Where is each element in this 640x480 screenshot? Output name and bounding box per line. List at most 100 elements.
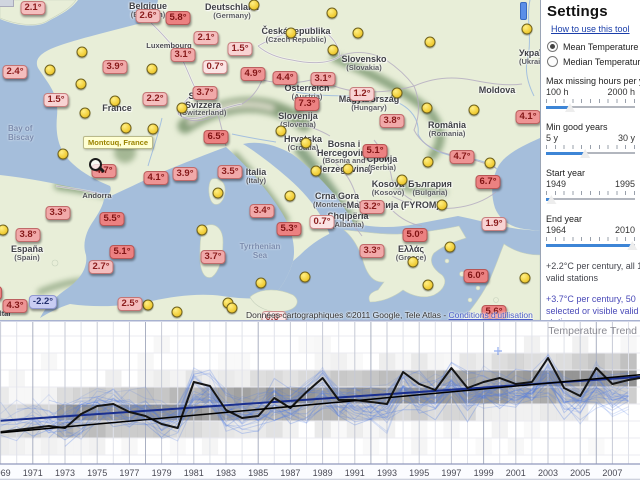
station-dot[interactable]: [276, 126, 287, 137]
station-dot[interactable]: [76, 79, 87, 90]
station-dot[interactable]: [147, 64, 158, 75]
slider-track[interactable]: [546, 149, 635, 159]
radio-option[interactable]: Median Temperature: [547, 56, 640, 67]
station-dot[interactable]: [469, 105, 480, 116]
station-dot[interactable]: [148, 124, 159, 135]
station-dot[interactable]: [485, 158, 496, 169]
station-dot[interactable]: [77, 47, 88, 58]
map-scrollbar[interactable]: [520, 2, 527, 20]
temperature-marker[interactable]: 2.2°: [142, 92, 167, 106]
station-dot[interactable]: [327, 8, 338, 19]
temperature-marker[interactable]: 3.5°: [217, 165, 242, 179]
temperature-marker[interactable]: 3.9°: [172, 167, 197, 181]
radio-label: Median Temperature: [563, 57, 640, 67]
temperature-marker[interactable]: 3.1°: [310, 72, 335, 86]
station-dot[interactable]: [311, 166, 322, 177]
temperature-marker[interactable]: 2.1°: [193, 31, 218, 45]
temperature-marker[interactable]: °: [0, 286, 2, 300]
temperature-marker[interactable]: 3.3°: [359, 244, 384, 258]
slider-max-value: 2000 h: [607, 87, 635, 97]
station-dot[interactable]: [520, 273, 531, 284]
station-dot[interactable]: [328, 45, 339, 56]
temperature-marker[interactable]: 4.3°: [2, 299, 27, 313]
temperature-marker[interactable]: 4.1°: [515, 110, 540, 124]
map-canvas[interactable]: Belgique(Belgium)Deutschland(Germany)Čes…: [0, 0, 540, 320]
slider-label: End year: [546, 214, 635, 224]
temperature-marker[interactable]: 2.6°: [135, 9, 160, 23]
station-dot[interactable]: [249, 0, 260, 11]
station-dot[interactable]: [408, 257, 419, 268]
temperature-marker[interactable]: 7.3°: [294, 97, 319, 111]
station-dot[interactable]: [343, 164, 354, 175]
station-dot[interactable]: [110, 96, 121, 107]
slider-track[interactable]: [546, 241, 635, 251]
temperature-marker[interactable]: 5.3°: [276, 222, 301, 236]
station-dot[interactable]: [353, 28, 364, 39]
station-dot[interactable]: [522, 24, 533, 35]
station-dot[interactable]: [286, 28, 297, 39]
station-dot[interactable]: [300, 272, 311, 283]
temperature-marker[interactable]: 3.3°: [45, 206, 70, 220]
temperature-marker[interactable]: 2.5°: [117, 297, 142, 311]
temperature-marker[interactable]: 3.2°: [359, 200, 384, 214]
temperature-marker[interactable]: 3.1°: [170, 48, 195, 62]
temperature-marker[interactable]: -2.2°: [29, 295, 57, 309]
temperature-marker[interactable]: 6.7°: [475, 175, 500, 189]
temperature-marker[interactable]: 3.7°: [192, 86, 217, 100]
temperature-marker[interactable]: 3.7°: [200, 250, 225, 264]
station-dot[interactable]: [423, 280, 434, 291]
map-tooltip: Montcuq, France: [83, 136, 153, 149]
temperature-marker[interactable]: 3.9°: [102, 60, 127, 74]
station-dot[interactable]: [422, 103, 433, 114]
station-dot[interactable]: [45, 65, 56, 76]
temperature-marker[interactable]: 3.4°: [249, 204, 274, 218]
temperature-marker[interactable]: 6.5°: [203, 130, 228, 144]
temperature-marker[interactable]: 1.5°: [43, 93, 68, 107]
temperature-marker[interactable]: 4.4°: [272, 71, 297, 85]
temperature-marker[interactable]: 3.8°: [379, 114, 404, 128]
temperature-marker[interactable]: 4.7°: [449, 150, 474, 164]
radio-button-icon[interactable]: [547, 56, 558, 67]
temperature-marker[interactable]: 0.7°: [309, 215, 334, 229]
station-dot[interactable]: [121, 123, 132, 134]
temperature-marker[interactable]: 5.1°: [362, 144, 387, 158]
radio-button-icon[interactable]: [547, 41, 558, 52]
temperature-marker[interactable]: 5.0°: [402, 228, 427, 242]
temperature-marker[interactable]: 1.9°: [481, 217, 506, 231]
temperature-marker[interactable]: 0.7°: [202, 60, 227, 74]
station-dot[interactable]: [392, 88, 403, 99]
station-dot[interactable]: [425, 37, 436, 48]
temperature-marker[interactable]: 4.9°: [240, 67, 265, 81]
station-dot[interactable]: [445, 242, 456, 253]
slider-track[interactable]: [546, 103, 635, 113]
temperature-marker[interactable]: 6.0°: [463, 269, 488, 283]
station-dot[interactable]: [172, 307, 183, 318]
temperature-marker[interactable]: 5.5°: [99, 212, 124, 226]
slider-track[interactable]: [546, 195, 635, 205]
radio-option[interactable]: Mean Temperature: [547, 41, 640, 52]
station-dot[interactable]: [197, 225, 208, 236]
station-dot[interactable]: [423, 157, 434, 168]
station-dot[interactable]: [285, 191, 296, 202]
temperature-marker[interactable]: 1.2°: [349, 87, 374, 101]
help-link[interactable]: How to use this tool: [551, 24, 640, 34]
station-dot[interactable]: [256, 278, 267, 289]
temperature-marker[interactable]: 5.8°: [165, 11, 190, 25]
station-dot[interactable]: [301, 138, 312, 149]
attribution-terms-link[interactable]: Conditions d'utilisation: [449, 310, 533, 320]
station-dot[interactable]: [213, 188, 224, 199]
temperature-marker[interactable]: 2.7°: [88, 260, 113, 274]
temperature-marker[interactable]: 5.1°: [109, 245, 134, 259]
station-dot[interactable]: [227, 303, 238, 314]
station-dot[interactable]: [177, 103, 188, 114]
temperature-marker[interactable]: 2.1°: [20, 1, 45, 15]
station-dot[interactable]: [437, 200, 448, 211]
temperature-marker[interactable]: 2.4°: [2, 65, 27, 79]
station-dot[interactable]: [143, 300, 154, 311]
station-dot[interactable]: [58, 149, 69, 160]
station-dot[interactable]: [80, 108, 91, 119]
temperature-marker[interactable]: 4.1°: [143, 171, 168, 185]
temperature-marker[interactable]: 1.5°: [227, 42, 252, 56]
temperature-marker[interactable]: 3.8°: [15, 228, 40, 242]
station-dot[interactable]: [397, 175, 408, 186]
